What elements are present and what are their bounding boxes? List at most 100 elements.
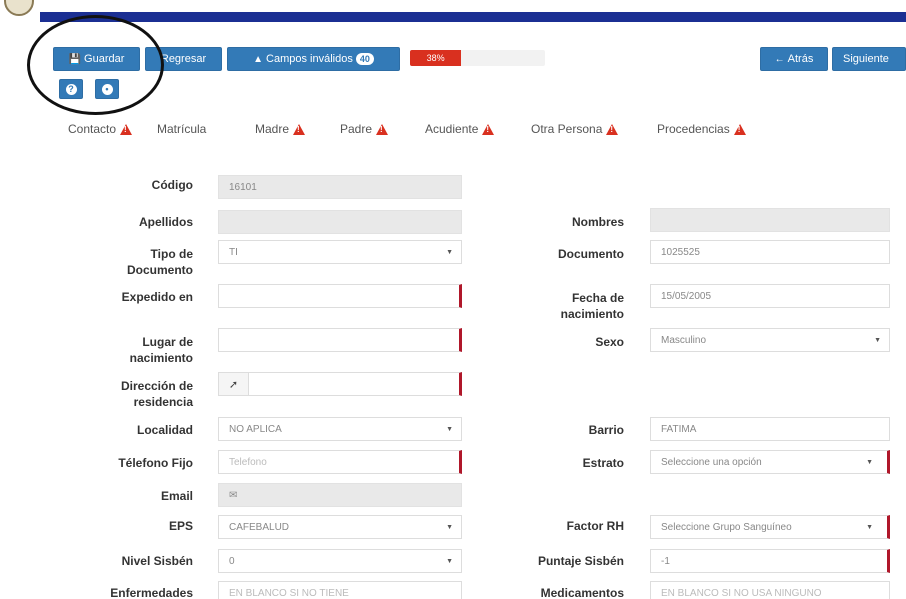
warning-triangle-icon <box>120 123 133 135</box>
localidad-value: NO APLICA <box>229 423 282 435</box>
estrato-label: Estrato <box>582 456 624 470</box>
apellidos-label: Apellidos <box>138 215 193 229</box>
tab-acudiente[interactable]: Acudiente <box>425 122 495 136</box>
envelope-icon: ✉ <box>229 489 238 501</box>
nombres-field[interactable] <box>650 208 890 232</box>
lugar-nacimiento-field[interactable] <box>218 328 462 352</box>
settings-button[interactable]: • <box>95 79 119 99</box>
save-label: Guardar <box>84 53 125 65</box>
medicamentos-field[interactable]: EN BLANCO SI NO USA NINGUNO <box>650 581 890 599</box>
localidad-select[interactable]: NO APLICA ▼ <box>218 417 462 441</box>
chevron-down-icon: ▼ <box>866 459 873 466</box>
tab-label: Procedencias <box>657 122 730 136</box>
chevron-down-icon: ▼ <box>866 524 873 531</box>
tab-label: Contacto <box>68 122 117 136</box>
header-stripe <box>40 12 906 22</box>
warning-icon: ▲ <box>253 53 264 65</box>
gear-icon: • <box>101 83 113 95</box>
chevron-down-icon: ▼ <box>446 558 453 565</box>
tab-label: Otra Persona <box>531 122 603 136</box>
tab-label: Padre <box>340 122 373 136</box>
email-label: Email <box>160 489 193 503</box>
enfermedades-placeholder: EN BLANCO SI NO TIENE <box>229 587 349 599</box>
documento-label: Documento <box>558 247 624 261</box>
apellidos-field[interactable] <box>218 210 462 234</box>
warning-triangle-icon <box>733 123 746 135</box>
invalid-fields-button[interactable]: ▲ Campos inválidos 40 <box>227 47 400 71</box>
sexo-select[interactable]: Masculino ▼ <box>650 328 890 352</box>
telefono-placeholder: Telefono <box>229 456 267 468</box>
tab-padre[interactable]: Padre <box>340 122 389 136</box>
tab-label: Acudiente <box>425 122 479 136</box>
warning-triangle-icon <box>376 123 389 135</box>
tab-matricula[interactable]: Matrícula <box>157 122 206 136</box>
eps-value: CAFEBALUD <box>229 521 290 533</box>
lugar-nacimiento-label: Lugar de nacimiento <box>129 335 193 365</box>
enfermedades-label: Enfermedades <box>110 586 193 599</box>
warning-triangle-icon <box>606 123 619 135</box>
factor-rh-label: Factor RH <box>566 519 624 533</box>
documento-field[interactable]: 1025525 <box>650 240 890 264</box>
tipo-documento-value: TI <box>229 246 238 258</box>
edit-icon[interactable]: ➚ <box>219 373 249 395</box>
back-label: Regresar <box>160 53 207 65</box>
expedido-en-label: Expedido en <box>121 290 193 304</box>
tab-madre[interactable]: Madre <box>255 122 306 136</box>
fecha-nacimiento-label: Fecha de nacimiento <box>560 291 624 321</box>
direccion-label: Dirección de residencia <box>120 379 193 409</box>
expedido-en-field[interactable] <box>218 284 462 308</box>
warning-triangle-icon <box>482 123 495 135</box>
tab-label: Madre <box>255 122 290 136</box>
nombres-label: Nombres <box>571 215 624 229</box>
save-button[interactable]: 💾 Guardar <box>53 47 140 71</box>
puntaje-sisben-field[interactable]: -1 <box>650 549 890 573</box>
fecha-nacimiento-field[interactable]: 15/05/2005 <box>650 284 890 308</box>
completion-progress: 38% <box>410 50 545 66</box>
enfermedades-field[interactable]: EN BLANCO SI NO TIENE <box>218 581 462 599</box>
medicamentos-label: Medicamentos <box>540 586 624 599</box>
factor-rh-value: Seleccione Grupo Sanguíneo <box>661 521 792 533</box>
telefono-field[interactable]: Telefono <box>218 450 462 474</box>
email-field[interactable]: ✉ <box>218 483 462 507</box>
institution-logo <box>4 0 34 16</box>
medicamentos-placeholder: EN BLANCO SI NO USA NINGUNO <box>661 587 822 599</box>
tab-contacto[interactable]: Contacto <box>68 122 133 136</box>
estrato-select[interactable]: Seleccione una opción ▼ <box>650 450 890 474</box>
tab-procedencias[interactable]: Procedencias <box>657 122 746 136</box>
factor-rh-select[interactable]: Seleccione Grupo Sanguíneo ▼ <box>650 515 890 539</box>
back-button[interactable]: Regresar <box>145 47 222 71</box>
tab-label: Matrícula <box>157 122 207 136</box>
localidad-label: Localidad <box>136 423 193 437</box>
barrio-field[interactable]: FATIMA <box>650 417 890 441</box>
eps-select[interactable]: CAFEBALUD ▼ <box>218 515 462 539</box>
next-button[interactable]: Siguiente <box>832 47 906 71</box>
nivel-sisben-value: 0 <box>229 555 235 567</box>
arrow-left-icon: ← <box>774 53 785 65</box>
chevron-down-icon: ▼ <box>446 426 453 433</box>
question-icon: ? <box>65 83 77 95</box>
codigo-label: Código <box>151 178 193 192</box>
telefono-label: Télefono Fijo <box>118 456 193 470</box>
eps-label: EPS <box>168 519 193 533</box>
help-button[interactable]: ? <box>59 79 83 99</box>
chevron-down-icon: ▼ <box>446 524 453 531</box>
sexo-label: Sexo <box>595 335 624 349</box>
nivel-sisben-label: Nivel Sisbén <box>121 554 193 568</box>
tipo-documento-select[interactable]: TI ▼ <box>218 240 462 264</box>
nivel-sisben-select[interactable]: 0 ▼ <box>218 549 462 573</box>
prev-label: Atrás <box>787 53 814 65</box>
tab-otra-persona[interactable]: Otra Persona <box>531 122 619 136</box>
codigo-field[interactable]: 16101 <box>218 175 462 199</box>
top-bar <box>0 0 906 22</box>
tipo-documento-label: Tipo de Documento <box>127 247 193 277</box>
direccion-field[interactable]: ➚ <box>218 372 462 396</box>
estrato-value: Seleccione una opción <box>661 456 762 468</box>
warning-triangle-icon <box>293 123 306 135</box>
barrio-label: Barrio <box>588 423 624 437</box>
invalid-count-badge: 40 <box>355 53 374 65</box>
prev-button[interactable]: ← Atrás <box>760 47 828 71</box>
invalid-fields-label: Campos inválidos <box>266 53 353 65</box>
next-label: Siguiente <box>843 53 889 65</box>
puntaje-sisben-label: Puntaje Sisbén <box>537 554 624 568</box>
chevron-down-icon: ▼ <box>446 249 453 256</box>
